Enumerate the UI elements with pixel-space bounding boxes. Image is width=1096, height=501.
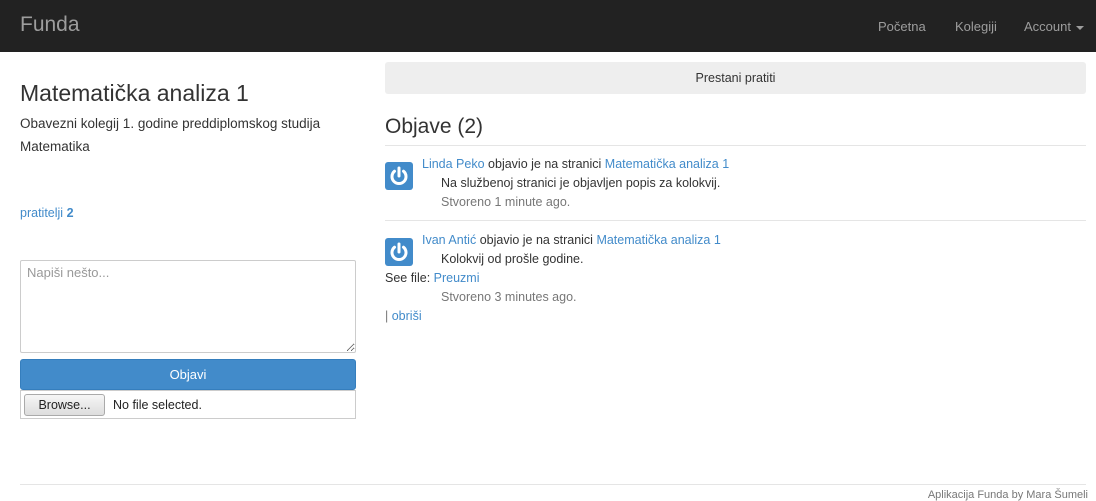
download-file-link[interactable]: Preuzmi [434, 271, 480, 285]
post-textarea[interactable] [20, 260, 356, 353]
followers-link[interactable]: pratitelji 2 [20, 206, 74, 220]
post-page-link[interactable]: Matematička analiza 1 [596, 233, 720, 247]
top-navbar: Funda Početna Kolegiji Account [0, 0, 1096, 52]
post-action-text: objavio je na stranici [488, 157, 602, 171]
post-text: Kolokvij od prošle godine. [441, 252, 584, 266]
browse-button[interactable]: Browse... [24, 394, 105, 416]
followers-count: 2 [66, 206, 74, 220]
nav-account-dropdown[interactable]: Account [1024, 19, 1084, 34]
post-action-text: objavio je na stranici [479, 233, 593, 247]
post-meta: Ivan Antić objavio je na stranici Matema… [422, 233, 721, 247]
delete-row: | obriši [385, 309, 422, 323]
account-label: Account [1024, 19, 1071, 34]
unfollow-button[interactable]: Prestani pratiti [385, 62, 1086, 94]
post-author-link[interactable]: Linda Peko [422, 157, 485, 171]
nav-home-link[interactable]: Početna [878, 19, 926, 34]
post-item: Ivan Antić objavio je na stranici Matema… [385, 233, 1086, 323]
post-timestamp: Stvoreno 1 minute ago. [441, 195, 571, 209]
course-description: Obavezni kolegij 1. godine preddiplomsko… [20, 116, 321, 154]
followers-label: pratitelji [20, 206, 64, 220]
file-input: Browse... No file selected. [20, 390, 356, 419]
post-divider [385, 220, 1086, 221]
post-text: Na službenoj stranici je objavljen popis… [441, 176, 721, 190]
nav-courses-link[interactable]: Kolegiji [955, 19, 997, 34]
power-icon [385, 238, 413, 266]
publish-button[interactable]: Objavi [20, 359, 356, 390]
posts-heading: Objave (2) [385, 115, 484, 138]
delete-separator: | [385, 309, 389, 323]
post-item: Linda Peko objavio je na stranici Matema… [385, 157, 1086, 217]
posts-divider [385, 145, 1086, 146]
file-status-text: No file selected. [113, 398, 202, 412]
see-file-label: See file: [385, 271, 431, 285]
course-title: Matematička analiza 1 [20, 80, 249, 106]
footer-divider [20, 484, 1086, 485]
post-meta: Linda Peko objavio je na stranici Matema… [422, 157, 729, 171]
brand-logo-link[interactable]: Funda [20, 13, 80, 37]
see-file-row: See file: Preuzmi [385, 271, 480, 285]
post-author-link[interactable]: Ivan Antić [422, 233, 476, 247]
post-page-link[interactable]: Matematička analiza 1 [605, 157, 729, 171]
delete-post-link[interactable]: obriši [392, 309, 422, 323]
caret-down-icon [1075, 25, 1084, 30]
footer-credit: Aplikacija Funda by Mara Šumeli [927, 489, 1088, 501]
post-timestamp: Stvoreno 3 minutes ago. [441, 290, 577, 304]
power-icon [385, 162, 413, 190]
